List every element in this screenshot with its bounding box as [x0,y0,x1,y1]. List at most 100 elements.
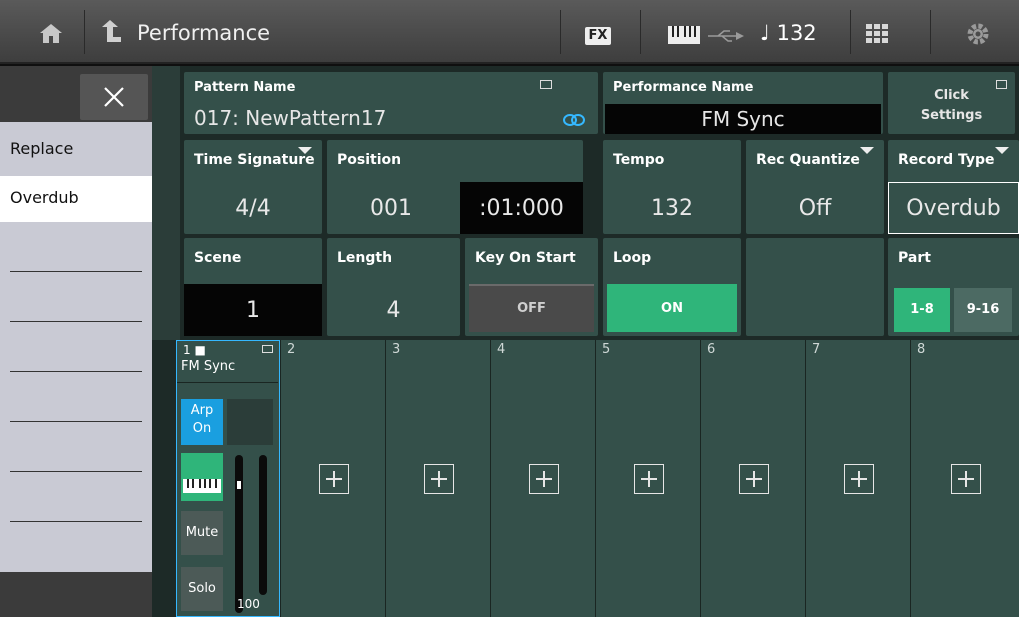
dropdown-icon [860,147,874,154]
keyboard-icon[interactable] [668,26,700,44]
part-tab-label: 9-16 [966,302,1000,317]
record-type-value: Overdub [906,196,1001,221]
part-1-strip[interactable]: 1 ■ FM Sync Arp On Mute Solo 100 [176,340,280,617]
back-arrow-icon[interactable] [100,20,122,44]
usb-icon [706,28,746,42]
divider [10,421,142,422]
tempo-value: 132 [651,196,693,221]
position-label: Position [337,152,402,168]
click-settings-button[interactable]: Click Settings [888,72,1015,134]
record-type-menu: Replace Overdub [0,66,152,617]
part-number: 8 [917,342,926,357]
key-on-start-field: Key On Start OFF [465,238,598,336]
part-number: 7 [812,342,821,357]
part-number: 4 [497,342,506,357]
part-2-strip[interactable]: 2 [280,340,385,617]
dropdown-icon [995,147,1009,154]
grid-icon[interactable] [866,24,888,44]
edit-icon[interactable] [262,345,273,353]
close-icon [104,87,124,107]
add-part-icon[interactable] [634,464,664,494]
top-status-bar: Performance FX ♩ 132 [0,0,1019,64]
rec-quantize-value: Off [798,196,832,221]
part-7-strip[interactable]: 7 [805,340,910,617]
arp-secondary [227,399,273,445]
fx-indicator[interactable]: FX [585,27,611,45]
keyboard-button[interactable] [181,453,223,501]
part-1-name: FM Sync [181,359,236,374]
part-number: 6 [707,342,716,357]
record-type-label: Record Type [898,152,995,168]
volume-meter [259,455,267,595]
mute-button[interactable]: Mute [181,511,223,555]
volume-value: 100 [237,597,260,611]
link-icon[interactable] [562,112,586,126]
part-number: 3 [392,342,401,357]
divider [10,371,142,372]
part-5-strip[interactable]: 5 [595,340,700,617]
position-field[interactable]: Position 001 :01:000 [327,140,583,234]
loop-value: ON [661,301,683,316]
menu-item-overdub[interactable]: Overdub [0,176,152,222]
add-part-icon[interactable] [739,464,769,494]
home-icon[interactable] [38,22,64,44]
part-number: 5 [602,342,611,357]
tempo-indicator[interactable]: ♩ 132 [760,21,817,45]
menu-item-label: Overdub [10,188,79,207]
part-tab-9-16[interactable]: 9-16 [954,288,1012,332]
add-part-icon[interactable] [844,464,874,494]
menu-item-label: Replace [10,139,74,158]
volume-slider-track[interactable] [235,455,243,613]
time-signature-label: Time Signature [194,152,315,168]
add-part-icon[interactable] [319,464,349,494]
arp-on-button[interactable]: Arp On [181,399,223,445]
part-tab-1-8[interactable]: 1-8 [894,288,950,332]
divider [10,271,142,272]
length-label: Length [337,250,393,266]
mute-label: Mute [185,525,219,540]
divider [10,471,142,472]
gear-icon[interactable] [966,22,990,46]
tempo-field[interactable]: Tempo 132 [603,140,741,234]
menu-footer [0,572,152,617]
part-label: Part [898,250,931,266]
key-on-start-value: OFF [517,301,546,316]
performance-name-field[interactable]: Performance Name FM Sync [603,72,883,134]
part-4-strip[interactable]: 4 [490,340,595,617]
tempo-label: Tempo [613,152,665,168]
divider [10,521,142,522]
volume-slider-handle[interactable] [237,481,241,489]
add-part-icon[interactable] [424,464,454,494]
add-part-icon[interactable] [951,464,981,494]
part-3-strip[interactable]: 3 [385,340,490,617]
loop-label: Loop [613,250,652,266]
performance-name-label: Performance Name [613,80,754,95]
time-signature-field[interactable]: Time Signature 4/4 [184,140,322,234]
scene-field[interactable]: Scene 1 [184,238,322,336]
menu-item-replace[interactable]: Replace [0,122,152,176]
solo-button[interactable]: Solo [181,567,223,611]
edit-icon[interactable] [540,80,552,89]
part-6-strip[interactable]: 6 [700,340,805,617]
performance-name-value: FM Sync [701,107,785,131]
key-on-start-label: Key On Start [475,250,576,266]
rec-quantize-field[interactable]: Rec Quantize Off [746,140,884,234]
screen-title: Performance [137,21,271,45]
position-measure[interactable]: 001 [327,196,455,221]
arp-label: Arp On [190,403,214,436]
close-button[interactable] [80,74,148,120]
record-type-field[interactable]: Record Type Overdub [888,140,1019,234]
solo-label: Solo [188,581,216,596]
part-number: 2 [287,342,296,357]
scene-label: Scene [194,250,242,266]
part-field: Part 1-8 9-16 [888,238,1019,336]
length-field[interactable]: Length 4 [327,238,460,336]
part-8-strip[interactable]: 8 [910,340,1019,617]
pattern-name-field[interactable]: Pattern Name 017: NewPattern17 [184,72,598,134]
pattern-name-value: 017: NewPattern17 [194,106,387,130]
loop-field: Loop ON [603,238,741,336]
add-part-icon[interactable] [529,464,559,494]
time-signature-value: 4/4 [235,196,271,221]
position-beat[interactable]: :01:000 [460,196,583,221]
recording-panel: Pattern Name 017: NewPattern17 Performan… [0,66,1019,617]
